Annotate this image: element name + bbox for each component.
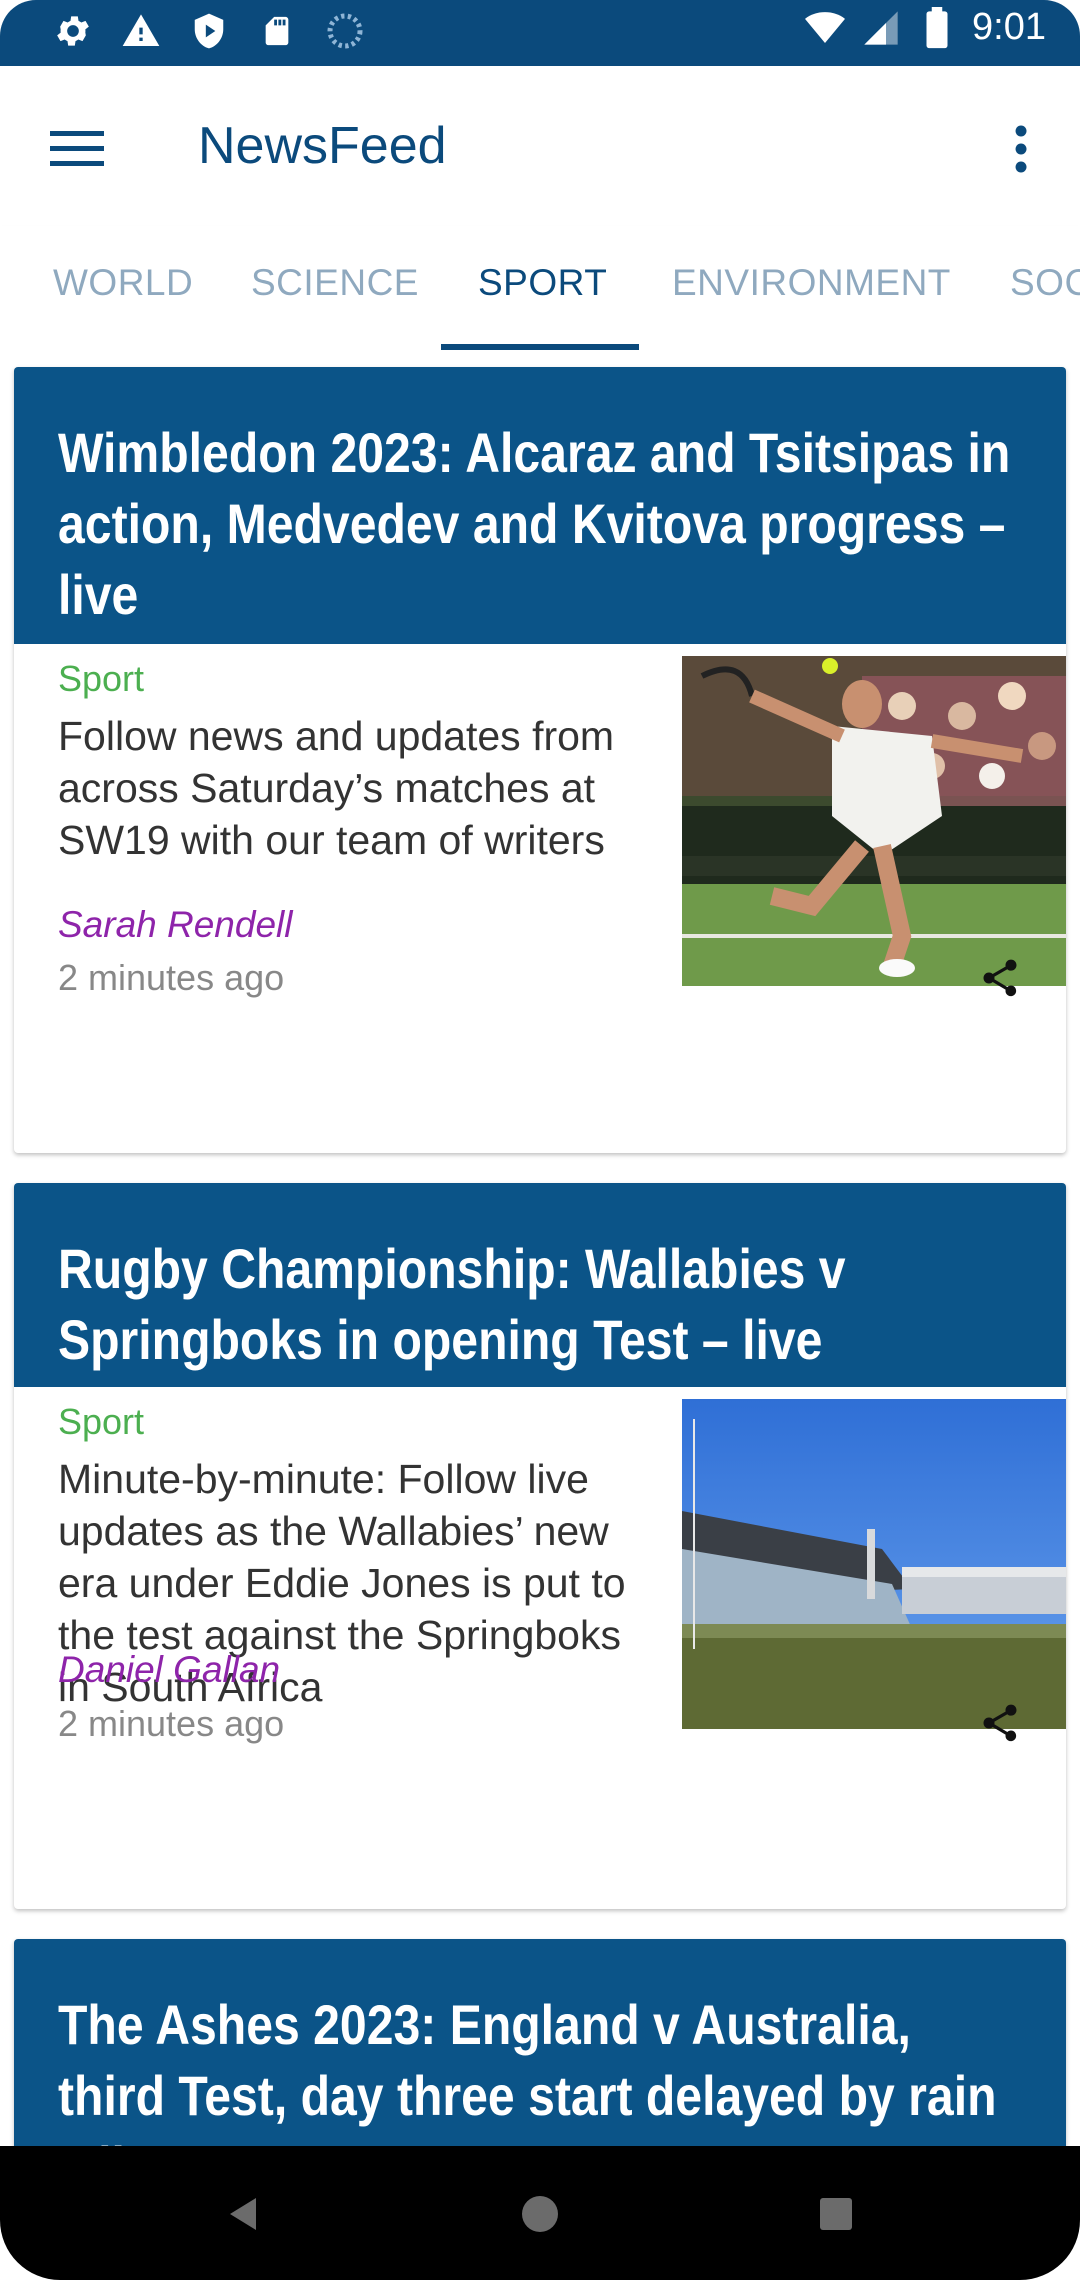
article-title: The Ashes 2023: England v Australia, thi… — [58, 1993, 997, 2146]
tab-society[interactable]: SOC — [1010, 262, 1080, 304]
status-bar: 9:01 — [0, 0, 1080, 66]
article-card[interactable]: Rugby Championship: Wallabies v Springbo… — [14, 1183, 1066, 1909]
article-card[interactable]: Wimbledon 2023: Alcaraz and Tsitsipas in… — [14, 367, 1066, 1153]
article-author: Daniel Gallan — [58, 1649, 281, 1690]
article-feed[interactable]: Wimbledon 2023: Alcaraz and Tsitsipas in… — [0, 352, 1080, 2146]
tab-environment[interactable]: ENVIRONMENT — [672, 262, 951, 304]
shield-play-icon — [188, 10, 230, 52]
article-header: The Ashes 2023: England v Australia, thi… — [14, 1939, 1066, 2146]
hamburger-menu-icon[interactable] — [38, 110, 116, 188]
tab-science[interactable]: SCIENCE — [251, 262, 419, 304]
article-title: Rugby Championship: Wallabies v Springbo… — [58, 1237, 846, 1371]
system-nav-bar — [0, 2146, 1080, 2280]
cellular-signal-icon — [860, 7, 902, 49]
section-tabs: WORLD SCIENCE SPORT ENVIRONMENT SOC — [0, 226, 1080, 353]
article-section: Sport — [58, 1401, 145, 1442]
home-icon[interactable] — [510, 2184, 570, 2244]
settings-icon — [52, 10, 94, 52]
status-time: 9:01 — [972, 6, 1046, 48]
sd-card-icon — [256, 10, 298, 52]
article-header: Rugby Championship: Wallabies v Springbo… — [14, 1183, 1066, 1387]
tab-indicator — [441, 344, 639, 350]
share-icon[interactable] — [970, 1693, 1030, 1753]
article-time: 2 minutes ago — [58, 1703, 285, 1744]
article-header: Wimbledon 2023: Alcaraz and Tsitsipas in… — [14, 367, 1066, 644]
article-title: Wimbledon 2023: Alcaraz and Tsitsipas in… — [58, 421, 1011, 626]
tab-world[interactable]: WORLD — [53, 262, 193, 304]
app-bar: NewsFeed — [0, 66, 1080, 226]
battery-icon — [916, 6, 958, 49]
share-icon[interactable] — [970, 948, 1030, 1008]
tennis-player-photo[interactable] — [682, 656, 1066, 986]
recents-icon[interactable] — [806, 2184, 866, 2244]
article-trail: Follow news and updates from across Satu… — [58, 713, 615, 863]
more-vert-icon[interactable] — [982, 110, 1060, 188]
app-title: NewsFeed — [198, 117, 447, 175]
article-time: 2 minutes ago — [58, 957, 285, 998]
wifi-icon — [804, 7, 846, 49]
tab-sport[interactable]: SPORT — [478, 262, 607, 304]
article-section: Sport — [58, 658, 145, 699]
article-card[interactable]: The Ashes 2023: England v Australia, thi… — [14, 1939, 1066, 2146]
back-icon[interactable] — [212, 2184, 272, 2244]
article-author: Sarah Rendell — [58, 904, 293, 945]
loading-icon — [324, 10, 366, 52]
rugby-stadium-photo[interactable] — [682, 1399, 1066, 1729]
warning-icon — [120, 10, 162, 52]
